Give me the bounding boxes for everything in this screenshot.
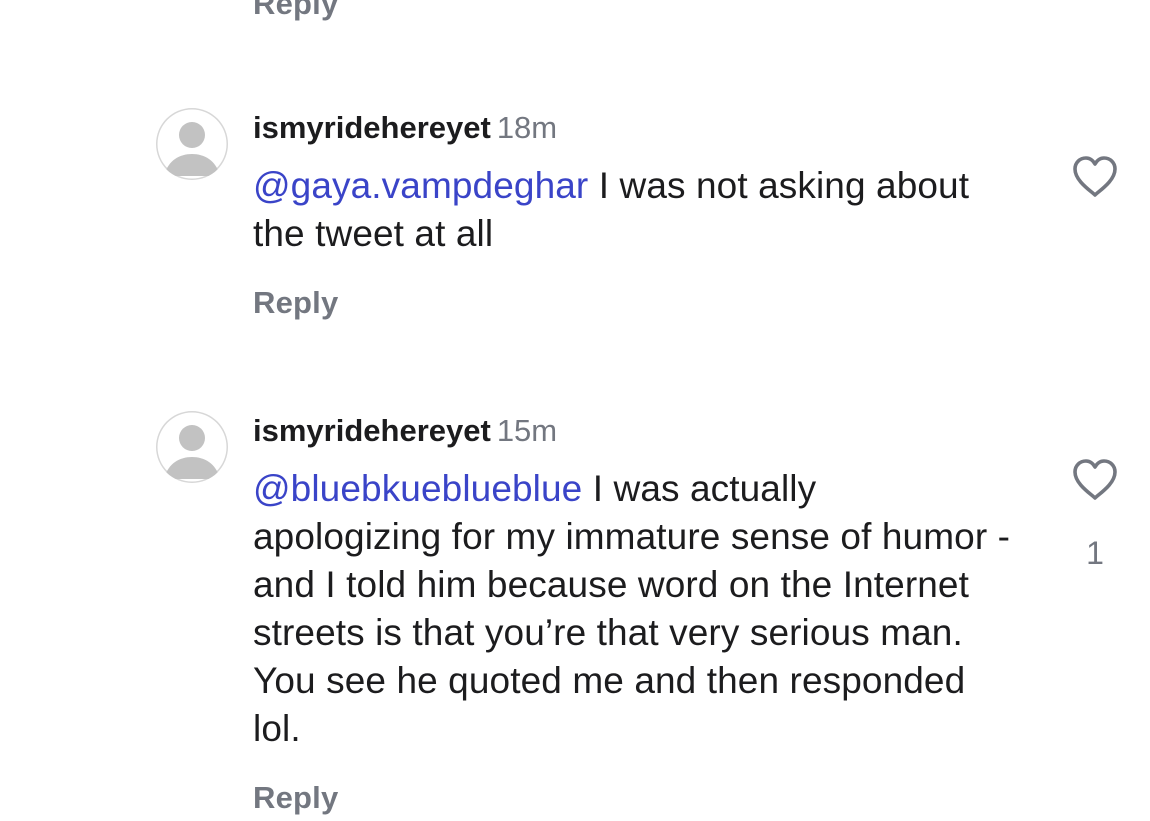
like-button[interactable] [1071, 155, 1119, 199]
comment-header: ismyridehereyet 18m [253, 108, 557, 148]
mention-link[interactable]: @gaya.vampdeghar [253, 165, 588, 206]
comment-header: ismyridehereyet 15m [253, 411, 557, 451]
like-count: 1 [1086, 535, 1104, 571]
default-avatar-icon [164, 425, 220, 479]
reply-button[interactable]: Reply [253, 782, 338, 813]
reply-button[interactable]: Reply [253, 287, 338, 318]
mention-link[interactable]: @bluebkueblueblue [253, 468, 582, 509]
comment-text: @gaya.vampdeghar I was not asking about … [253, 162, 1013, 258]
timestamp: 15m [496, 413, 558, 448]
comment-text: @bluebkueblueblue I was actually apologi… [253, 465, 1013, 753]
avatar[interactable] [156, 411, 228, 483]
timestamp: 18m [496, 110, 558, 145]
username-link[interactable]: ismyridehereyet [253, 110, 491, 145]
like-button[interactable] [1071, 458, 1119, 502]
comments-page: Reply ismyridehereyet 18m @gaya.vampdegha… [0, 0, 1150, 821]
avatar[interactable] [156, 108, 228, 180]
reply-button[interactable]: Reply [253, 0, 338, 19]
heart-outline-icon [1073, 156, 1117, 197]
comment-body: I was actually apologizing for my immatu… [253, 468, 1011, 749]
username-link[interactable]: ismyridehereyet [253, 413, 491, 448]
default-avatar-icon [164, 122, 220, 176]
heart-outline-icon [1073, 459, 1117, 500]
